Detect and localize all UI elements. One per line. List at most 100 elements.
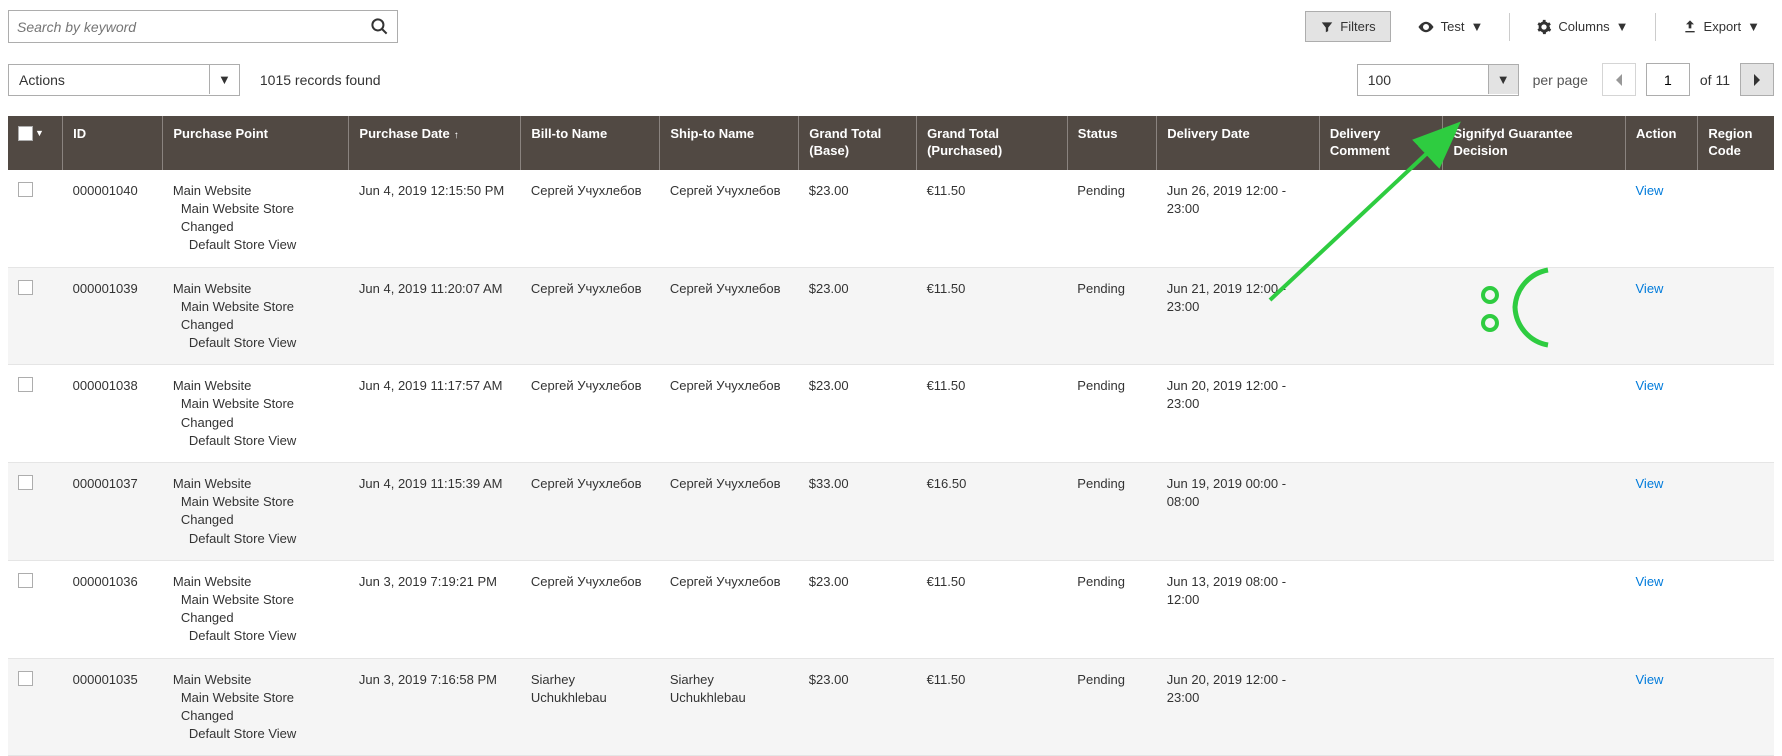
header-grand-total-base[interactable]: Grand Total (Base) — [799, 116, 917, 170]
columns-label: Columns — [1558, 19, 1609, 34]
cell-gt-purchased: €11.50 — [917, 267, 1068, 365]
per-page-dropdown[interactable]: 100 ▼ — [1357, 64, 1519, 96]
actions-dropdown[interactable]: Actions ▼ — [8, 64, 240, 96]
toolbar-right: Filters Test ▼ Columns ▼ Export ▼ — [1305, 11, 1774, 43]
chevron-down-icon[interactable]: ▼ — [1488, 65, 1518, 94]
cell-ship-to: Сергей Учухлебов — [660, 267, 799, 365]
table-row[interactable]: 000001040Main WebsiteMain Website Store … — [8, 170, 1774, 267]
cell-signifyd — [1443, 267, 1626, 365]
header-signifyd[interactable]: Signifyd Guarantee Decision — [1443, 116, 1626, 170]
header-status[interactable]: Status — [1067, 116, 1157, 170]
divider — [1509, 13, 1510, 41]
cell-region-code — [1698, 170, 1774, 267]
cell-delivery-date: Jun 19, 2019 00:00 - 08:00 — [1157, 463, 1320, 561]
cell-bill-to: Сергей Учухлебов — [521, 267, 660, 365]
subbar-right: 100 ▼ per page of 11 — [1357, 63, 1774, 96]
row-checkbox[interactable] — [18, 182, 33, 197]
cell-id: 000001035 — [63, 658, 163, 756]
next-page-button[interactable] — [1740, 63, 1774, 96]
cell-action: View — [1626, 560, 1698, 658]
table-row[interactable]: 000001035Main WebsiteMain Website Store … — [8, 658, 1774, 756]
cell-signifyd — [1443, 658, 1626, 756]
pager: of 11 — [1602, 63, 1774, 96]
header-region-code[interactable]: Region Code — [1698, 116, 1774, 170]
view-link[interactable]: View — [1636, 672, 1664, 687]
table-row[interactable]: 000001039Main WebsiteMain Website Store … — [8, 267, 1774, 365]
cell-region-code — [1698, 267, 1774, 365]
test-label: Test — [1441, 19, 1465, 34]
header-checkbox[interactable]: ▼ — [8, 116, 63, 170]
page-input[interactable] — [1646, 63, 1690, 96]
cell-bill-to: Сергей Учухлебов — [521, 463, 660, 561]
search-box[interactable] — [8, 10, 398, 43]
cell-purchase-point: Main WebsiteMain Website Store ChangedDe… — [163, 560, 349, 658]
view-link[interactable]: View — [1636, 476, 1664, 491]
search-input[interactable] — [17, 19, 369, 35]
view-link[interactable]: View — [1636, 183, 1664, 198]
cell-gt-base: $23.00 — [799, 170, 917, 267]
cell-ship-to: Siarhey Uchukhlebau — [660, 658, 799, 756]
cell-ship-to: Сергей Учухлебов — [660, 560, 799, 658]
gear-icon — [1536, 19, 1552, 35]
export-button[interactable]: Export ▼ — [1668, 12, 1774, 42]
test-view-button[interactable]: Test ▼ — [1403, 11, 1498, 43]
filters-button[interactable]: Filters — [1305, 11, 1390, 42]
cell-status: Pending — [1067, 365, 1157, 463]
row-checkbox[interactable] — [18, 377, 33, 392]
orders-table: ▼ ID Purchase Point Purchase Date↑ Bill-… — [8, 116, 1774, 756]
chevron-down-icon: ▼ — [1471, 19, 1484, 34]
table-header-row: ▼ ID Purchase Point Purchase Date↑ Bill-… — [8, 116, 1774, 170]
cell-gt-base: $23.00 — [799, 365, 917, 463]
row-checkbox[interactable] — [18, 671, 33, 686]
cell-status: Pending — [1067, 463, 1157, 561]
view-link[interactable]: View — [1636, 574, 1664, 589]
sub-toolbar: Actions ▼ 1015 records found 100 ▼ per p… — [0, 53, 1782, 116]
header-delivery-date[interactable]: Delivery Date — [1157, 116, 1320, 170]
export-label: Export — [1704, 19, 1742, 34]
table-row[interactable]: 000001037Main WebsiteMain Website Store … — [8, 463, 1774, 561]
cell-delivery-comment — [1319, 658, 1443, 756]
search-icon[interactable] — [369, 17, 389, 37]
per-page-value: 100 — [1358, 65, 1488, 95]
row-checkbox[interactable] — [18, 573, 33, 588]
chevron-down-icon[interactable]: ▼ — [209, 65, 239, 94]
cell-signifyd — [1443, 365, 1626, 463]
view-link[interactable]: View — [1636, 378, 1664, 393]
cell-bill-to: Сергей Учухлебов — [521, 365, 660, 463]
header-delivery-comment[interactable]: Delivery Comment — [1319, 116, 1443, 170]
cell-delivery-date: Jun 13, 2019 08:00 - 12:00 — [1157, 560, 1320, 658]
header-purchase-point[interactable]: Purchase Point — [163, 116, 349, 170]
table-row[interactable]: 000001038Main WebsiteMain Website Store … — [8, 365, 1774, 463]
header-purchase-date[interactable]: Purchase Date↑ — [349, 116, 521, 170]
per-page-label: per page — [1533, 72, 1588, 88]
cell-delivery-date: Jun 21, 2019 12:00 - 23:00 — [1157, 267, 1320, 365]
table-row[interactable]: 000001036Main WebsiteMain Website Store … — [8, 560, 1774, 658]
header-ship-to[interactable]: Ship-to Name — [660, 116, 799, 170]
view-link[interactable]: View — [1636, 281, 1664, 296]
cell-purchase-date: Jun 3, 2019 7:16:58 PM — [349, 658, 521, 756]
cell-delivery-comment — [1319, 267, 1443, 365]
funnel-icon — [1320, 20, 1334, 34]
cell-action: View — [1626, 267, 1698, 365]
cell-status: Pending — [1067, 658, 1157, 756]
actions-label: Actions — [9, 65, 209, 95]
header-action[interactable]: Action — [1626, 116, 1698, 170]
chevron-down-icon: ▼ — [1747, 19, 1760, 34]
cell-id: 000001038 — [63, 365, 163, 463]
row-checkbox[interactable] — [18, 280, 33, 295]
header-grand-total-purchased[interactable]: Grand Total (Purchased) — [917, 116, 1068, 170]
cell-delivery-comment — [1319, 560, 1443, 658]
cell-delivery-date: Jun 26, 2019 12:00 - 23:00 — [1157, 170, 1320, 267]
header-bill-to[interactable]: Bill-to Name — [521, 116, 660, 170]
prev-page-button[interactable] — [1602, 63, 1636, 96]
cell-bill-to: Сергей Учухлебов — [521, 560, 660, 658]
cell-status: Pending — [1067, 267, 1157, 365]
cell-bill-to: Сергей Учухлебов — [521, 170, 660, 267]
columns-button[interactable]: Columns ▼ — [1522, 12, 1642, 42]
records-found: 1015 records found — [260, 72, 381, 88]
row-checkbox[interactable] — [18, 475, 33, 490]
cell-ship-to: Сергей Учухлебов — [660, 365, 799, 463]
cell-signifyd — [1443, 560, 1626, 658]
header-id[interactable]: ID — [63, 116, 163, 170]
cell-purchase-date: Jun 4, 2019 11:17:57 AM — [349, 365, 521, 463]
